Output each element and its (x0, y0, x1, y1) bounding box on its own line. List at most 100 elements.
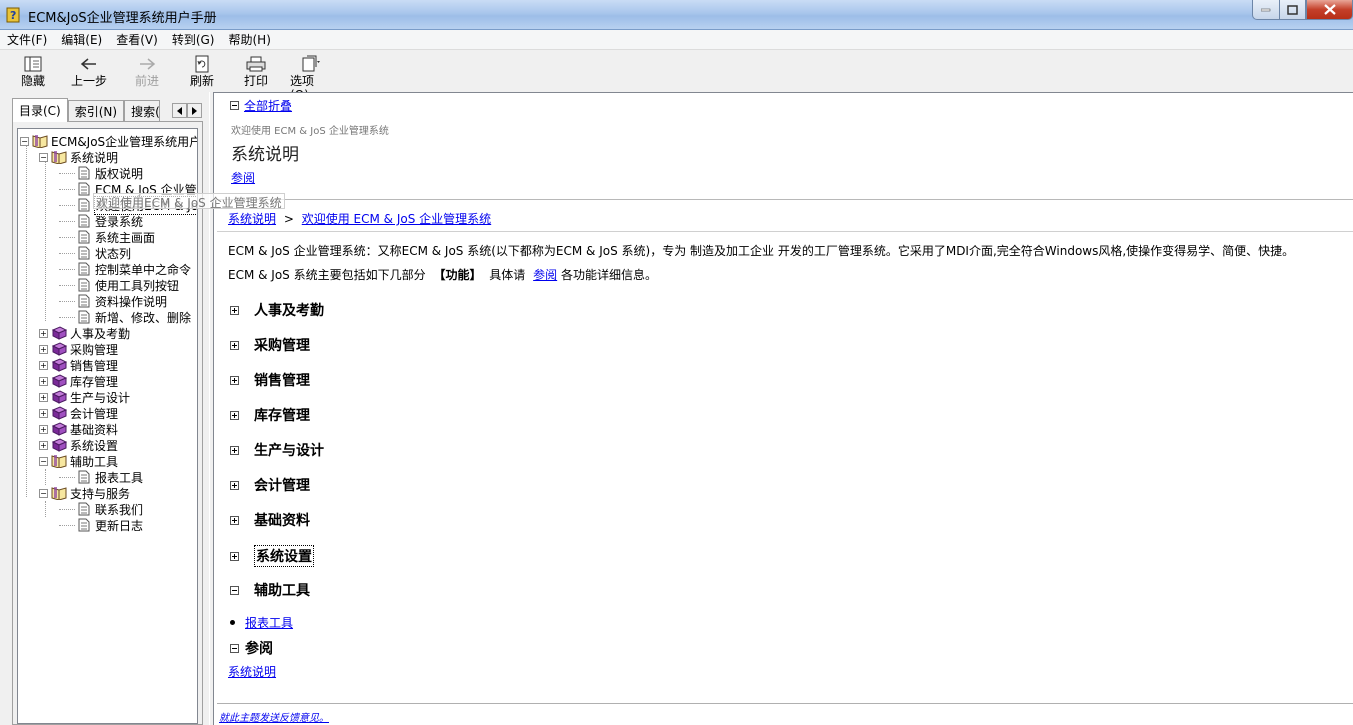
tree-item-support[interactable]: − 支持与服务 (39, 485, 131, 501)
section-sales[interactable]: 销售管理 (230, 370, 310, 390)
tree-item-changelog[interactable]: 更新日志 (59, 517, 144, 533)
header-see-also-link[interactable]: 参阅 (231, 169, 255, 186)
functions-see-also-link[interactable]: 参阅 (533, 268, 557, 282)
page-icon (76, 278, 92, 292)
tree-item-purchase[interactable]: + 采购管理 (39, 341, 119, 357)
maximize-button[interactable] (1279, 0, 1306, 20)
breadcrumb-link[interactable]: 系统说明 (228, 212, 276, 226)
see-also-system-link[interactable]: 系统说明 (228, 663, 276, 680)
section-purchase[interactable]: 采购管理 (230, 335, 310, 355)
feedback-link[interactable]: 就此主题发送反馈意见。 (219, 709, 329, 724)
breadcrumb: 系统说明 > 欢迎使用 ECM & JoS 企业管理系统 (228, 210, 491, 227)
tree-guide-line (26, 141, 27, 497)
tree-item-main-screen[interactable]: 系统主画面 (59, 229, 156, 245)
hide-button[interactable]: 隐藏 (0, 50, 66, 92)
collapse-icon[interactable]: − (39, 488, 48, 498)
menu-file[interactable]: 文件(F) (0, 30, 54, 49)
book-open-icon (51, 150, 67, 164)
tab-index[interactable]: 索引(N) (67, 100, 125, 122)
tree-item-statusbar[interactable]: 状态列 (59, 245, 132, 261)
tree-item-system-desc[interactable]: − 系统说明 (39, 149, 119, 165)
tree-item-settings[interactable]: + 系统设置 (39, 437, 119, 453)
expand-icon[interactable]: + (39, 344, 48, 354)
tree-item-data-ops[interactable]: 资料操作说明 (59, 293, 168, 309)
book-closed-icon (51, 326, 67, 340)
collapse-icon[interactable]: − (20, 136, 29, 146)
close-button[interactable] (1306, 0, 1353, 20)
section-basic-data[interactable]: 基础资料 (230, 510, 310, 530)
tab-scroll-right-button[interactable] (187, 103, 202, 118)
tree-item-copyright[interactable]: 版权说明 (59, 165, 144, 181)
forward-button[interactable]: 前进 (112, 50, 182, 92)
bullet-icon (230, 620, 235, 625)
topic-header: 全部折叠 欢迎使用 ECM & JoS 企业管理系统 系统说明 参阅 (214, 93, 1353, 200)
menu-bar: 文件(F) 编辑(E) 查看(V) 转到(G) 帮助(H) (0, 30, 1353, 50)
collapse-icon[interactable]: − (39, 152, 48, 162)
menu-help[interactable]: 帮助(H) (221, 30, 277, 49)
help-window: ? ECM&JoS企业管理系统用户手册 文件(F) 编辑(E) 查看(V) 转到… (0, 0, 1353, 725)
maximize-icon (1287, 4, 1298, 15)
contents-tree: −ECM&JoS企业管理系统用户−系统说明版权说明ECM & JoS 企业管欢迎… (17, 128, 198, 724)
tree-item-toolbar-buttons[interactable]: 使用工具列按钮 (59, 277, 180, 293)
tree-item-accounting[interactable]: + 会计管理 (39, 405, 119, 421)
menu-edit[interactable]: 编辑(E) (54, 30, 109, 49)
section-production[interactable]: 生产与设计 (230, 440, 324, 460)
minimize-button[interactable] (1252, 0, 1279, 20)
tree-item-report-tool[interactable]: 报表工具 (59, 469, 144, 485)
section-settings[interactable]: 系统设置 (230, 545, 314, 567)
contents-tab-page: −ECM&JoS企业管理系统用户−系统说明版权说明ECM & JoS 企业管欢迎… (12, 121, 203, 725)
tree-connector (59, 236, 75, 238)
expand-icon[interactable]: + (39, 360, 48, 370)
back-button[interactable]: 上一步 (66, 50, 112, 92)
expand-icon[interactable]: + (39, 376, 48, 386)
page-icon (76, 246, 92, 260)
refresh-button[interactable]: 刷新 (182, 50, 222, 92)
collapse-all-control[interactable]: 全部折叠 (230, 97, 292, 114)
collapse-icon[interactable]: − (39, 456, 48, 466)
breadcrumb-current[interactable]: 欢迎使用 ECM & JoS 企业管理系统 (302, 212, 491, 226)
tree-item-aux-tools[interactable]: − 辅助工具 (39, 453, 119, 469)
expand-icon[interactable]: + (39, 328, 48, 338)
window-title: ECM&JoS企业管理系统用户手册 (28, 11, 217, 26)
print-button[interactable]: 打印 (222, 50, 290, 92)
page-icon (76, 198, 92, 212)
expand-icon[interactable]: + (39, 424, 48, 434)
tab-search[interactable]: 搜索(S) (124, 100, 161, 122)
tree-item-sales[interactable]: + 销售管理 (39, 357, 119, 373)
tab-scroll-left-button[interactable] (172, 103, 187, 118)
tree-item-production[interactable]: + 生产与设计 (39, 389, 131, 405)
tree-item-contact[interactable]: 联系我们 (59, 501, 144, 517)
tree-item-root[interactable]: − ECM&JoS企业管理系统用户 (20, 133, 197, 149)
expand-icon[interactable]: + (39, 392, 48, 402)
close-icon (1323, 4, 1336, 15)
section-inventory[interactable]: 库存管理 (230, 405, 310, 425)
triangle-left-icon (176, 106, 182, 115)
section-hr[interactable]: 人事及考勤 (230, 300, 324, 320)
see-also-section[interactable]: 参阅 (230, 638, 273, 658)
section-accounting[interactable]: 会计管理 (230, 475, 310, 495)
section-aux-tools[interactable]: 辅助工具 (230, 580, 310, 600)
arrow-left-icon (79, 55, 99, 73)
tab-contents[interactable]: 目录(C) (12, 98, 68, 122)
tree-item-inventory[interactable]: + 库存管理 (39, 373, 119, 389)
menu-goto[interactable]: 转到(G) (165, 30, 222, 49)
options-button[interactable]: 选项(O) (290, 50, 332, 102)
tree-item-add-edit-delete[interactable]: 新增、修改、删除 (59, 309, 192, 325)
menu-view[interactable]: 查看(V) (109, 30, 165, 49)
expand-icon[interactable]: + (39, 440, 48, 450)
expand-icon[interactable]: + (39, 408, 48, 418)
page-icon (76, 262, 92, 276)
functions-paragraph: ECM & JoS 系统主要包括如下几部分 【功能】 具体请 参阅 各功能详细信… (228, 268, 657, 282)
tree-connector (59, 252, 75, 254)
tree-item-login[interactable]: 登录系统 (59, 213, 144, 229)
collapse-icon (230, 643, 239, 653)
tree-item-basic-data[interactable]: + 基础资料 (39, 421, 119, 437)
tree-connector (59, 268, 75, 270)
triangle-right-icon (191, 106, 197, 115)
see-also-title: 参阅 (245, 641, 273, 657)
collapse-all-link[interactable]: 全部折叠 (244, 97, 292, 114)
tree-item-hr[interactable]: + 人事及考勤 (39, 325, 131, 341)
tree-item-menu-commands[interactable]: 控制菜单中之命令 (59, 261, 192, 277)
page-icon (76, 518, 92, 532)
report-tool-link[interactable]: 报表工具 (245, 614, 293, 631)
